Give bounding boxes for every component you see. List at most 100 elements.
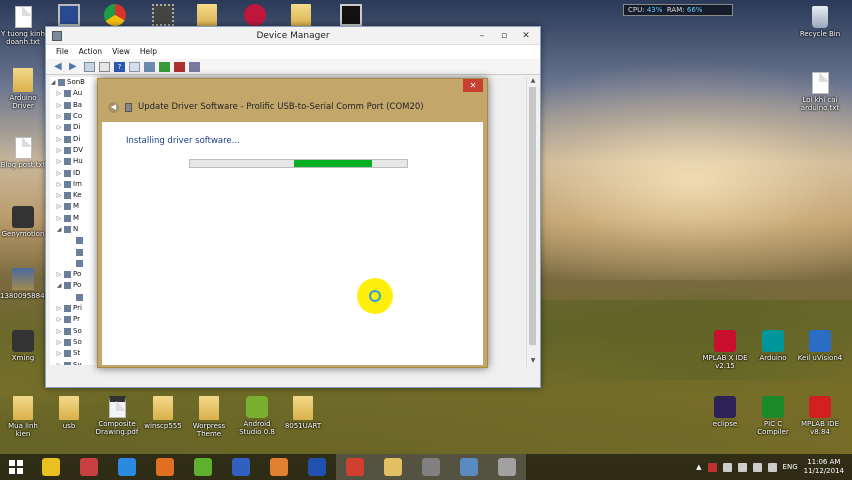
desktop-icon-top-2[interactable] bbox=[92, 4, 138, 28]
device-manager-titlebar[interactable]: Device Manager – ▫ ✕ bbox=[46, 27, 540, 45]
back-arrow-icon[interactable]: ◀ bbox=[54, 61, 65, 72]
expand-arrow-icon[interactable]: ▷ bbox=[56, 303, 62, 314]
tray-network-icon[interactable] bbox=[752, 462, 762, 472]
taskbar-app-green[interactable] bbox=[184, 454, 222, 480]
desktop-icon-top-1[interactable] bbox=[46, 4, 92, 28]
expand-arrow-icon[interactable]: ▷ bbox=[56, 100, 62, 111]
tree-node[interactable]: ▷ Ke bbox=[50, 190, 102, 201]
tree-node[interactable]: ▷ So bbox=[50, 326, 102, 337]
tree-node[interactable]: ▷ Au bbox=[50, 88, 102, 99]
tray-flag-icon[interactable] bbox=[722, 462, 732, 472]
device-tree-scrollbar[interactable]: ▲ ▼ bbox=[526, 77, 538, 367]
taskbar-media[interactable] bbox=[260, 454, 298, 480]
taskbar-paint[interactable] bbox=[70, 454, 108, 480]
desktop-icon-left-5[interactable]: Xming bbox=[0, 330, 46, 362]
desktop-app-0[interactable]: MPLAB X IDE v2.15 bbox=[702, 330, 748, 370]
tree-node[interactable]: ▷ Sy bbox=[50, 359, 102, 365]
taskbar-firefox[interactable] bbox=[146, 454, 184, 480]
recycle-bin[interactable]: Recycle Bin bbox=[797, 6, 843, 38]
tree-node[interactable]: ▷ M bbox=[50, 201, 102, 212]
tree-node[interactable] bbox=[50, 258, 102, 269]
desktop-icon-left-1[interactable]: Arduino Driver bbox=[0, 68, 46, 110]
taskbar-device-manager[interactable] bbox=[450, 454, 488, 480]
forward-arrow-icon[interactable]: ▶ bbox=[69, 61, 80, 72]
expand-arrow-icon[interactable]: ▷ bbox=[56, 326, 62, 337]
desktop-icon-left-4[interactable]: 1380095884... bbox=[0, 268, 51, 300]
expand-arrow-icon[interactable]: ◢ bbox=[56, 280, 62, 291]
scroll-thumb[interactable] bbox=[529, 87, 536, 345]
expand-arrow-icon[interactable]: ▷ bbox=[56, 348, 62, 359]
tree-node[interactable] bbox=[50, 235, 102, 246]
minimize-button[interactable]: – bbox=[472, 27, 492, 43]
view-icon[interactable] bbox=[129, 61, 140, 72]
start-button[interactable] bbox=[0, 454, 32, 480]
menu-help[interactable]: Help bbox=[140, 45, 157, 59]
tree-node[interactable] bbox=[50, 246, 102, 257]
expand-arrow-icon[interactable]: ◢ bbox=[56, 224, 62, 235]
expand-arrow-icon[interactable]: ▷ bbox=[56, 122, 62, 133]
scroll-up-icon[interactable]: ▲ bbox=[527, 77, 539, 87]
desktop-icon-left-3[interactable]: Genymotion bbox=[0, 206, 46, 238]
tree-node[interactable]: ▷ Hu bbox=[50, 156, 102, 167]
tree-node[interactable]: ◢ N bbox=[50, 224, 102, 235]
tree-node[interactable]: ▷ So bbox=[50, 337, 102, 348]
tree-node[interactable]: ▷ Di bbox=[50, 122, 102, 133]
taskbar-chrome[interactable] bbox=[336, 454, 374, 480]
device-tree[interactable]: ◢ SonB ▷ Au ▷ Ba ▷ Co ▷ Di ▷ Di ▷ DV ▷ Hu ▷ ID ▷ Im ▷ Ke ▷ M ▷ M ◢… bbox=[50, 77, 102, 365]
update-driver-dialog[interactable]: ✕ ◀ Update Driver Software - Prolific US… bbox=[97, 78, 488, 368]
back-arrow-icon[interactable]: ◀ bbox=[108, 101, 119, 113]
close-button[interactable]: ✕ bbox=[516, 27, 536, 43]
uninstall-device-icon[interactable] bbox=[189, 61, 200, 72]
tree-node[interactable]: ▷ ID bbox=[50, 167, 102, 178]
dialog-close-button[interactable]: ✕ bbox=[463, 79, 483, 92]
taskbar-app-c[interactable] bbox=[222, 454, 260, 480]
tree-node[interactable]: ▷ Pri bbox=[50, 303, 102, 314]
expand-arrow-icon[interactable]: ▷ bbox=[56, 314, 62, 325]
desktop-icon-bottom-3[interactable]: winscp555 bbox=[140, 396, 186, 430]
tray-app-icon[interactable] bbox=[707, 462, 717, 472]
tree-node[interactable]: ▷ DV bbox=[50, 145, 102, 156]
scroll-down-icon[interactable]: ▼ bbox=[527, 357, 539, 367]
taskbar-apps-grid[interactable] bbox=[32, 454, 70, 480]
expand-arrow-icon[interactable]: ▷ bbox=[56, 190, 62, 201]
expand-arrow-icon[interactable]: ▷ bbox=[56, 156, 62, 167]
clock[interactable]: 11:06 AM 11/12/2014 bbox=[804, 458, 844, 476]
tray-battery-icon[interactable] bbox=[737, 462, 747, 472]
desktop-icon-top-3[interactable] bbox=[140, 4, 186, 28]
expand-arrow-icon[interactable]: ▷ bbox=[56, 168, 62, 179]
expand-arrow-icon[interactable]: ▷ bbox=[56, 201, 62, 212]
expand-arrow-icon[interactable]: ▷ bbox=[56, 179, 62, 190]
expand-arrow-icon[interactable]: ▷ bbox=[56, 360, 62, 365]
tree-node[interactable]: ▷ Di bbox=[50, 133, 102, 144]
desktop-icon-bottom-6[interactable]: 8051UART bbox=[280, 396, 326, 430]
desktop-app-4[interactable]: PIC C Compiler bbox=[750, 396, 796, 436]
computer-icon[interactable] bbox=[144, 61, 155, 72]
desktop-icon-bottom-5[interactable]: Android Studio 0.8 bbox=[234, 396, 280, 436]
desktop-app-3[interactable]: eclipse bbox=[702, 396, 748, 428]
tree-node[interactable]: ▷ Co bbox=[50, 111, 102, 122]
properties-icon[interactable] bbox=[99, 61, 110, 72]
tray-show-hidden-icon[interactable]: ▲ bbox=[696, 463, 701, 471]
menu-file[interactable]: File bbox=[56, 45, 69, 59]
language-indicator[interactable]: ENG bbox=[783, 463, 798, 471]
tree-node[interactable] bbox=[50, 292, 102, 303]
taskbar-ie[interactable] bbox=[108, 454, 146, 480]
help-icon[interactable]: ? bbox=[114, 61, 125, 72]
tree-node[interactable]: ▷ St bbox=[50, 348, 102, 359]
desktop-icon-top-7[interactable] bbox=[328, 4, 374, 28]
desktop-icon-left-0[interactable]: Y tuong kinh doanh.txt bbox=[0, 6, 46, 46]
tree-node[interactable]: ▷ Pr bbox=[50, 314, 102, 325]
tray-volume-icon[interactable] bbox=[767, 462, 777, 472]
tree-node[interactable]: ▷ Im bbox=[50, 179, 102, 190]
update-driver-icon[interactable] bbox=[159, 61, 170, 72]
desktop-icon-bottom-4[interactable]: Worpress Theme bbox=[186, 396, 232, 438]
desktop-icon-bottom-0[interactable]: Mua linh kien bbox=[0, 396, 46, 438]
expand-arrow-icon[interactable]: ▷ bbox=[56, 111, 62, 122]
tree-node[interactable]: ▷ M bbox=[50, 213, 102, 224]
expand-arrow-icon[interactable]: ▷ bbox=[56, 213, 62, 224]
taskbar-isis[interactable] bbox=[298, 454, 336, 480]
expand-arrow-icon[interactable]: ◢ bbox=[50, 77, 56, 88]
tree-node[interactable]: ◢ SonB bbox=[50, 77, 102, 88]
desktop-icon-loi-khi-cai[interactable]: Loi khi cai arduino.txt bbox=[797, 72, 843, 112]
maximize-button[interactable]: ▫ bbox=[494, 27, 514, 43]
